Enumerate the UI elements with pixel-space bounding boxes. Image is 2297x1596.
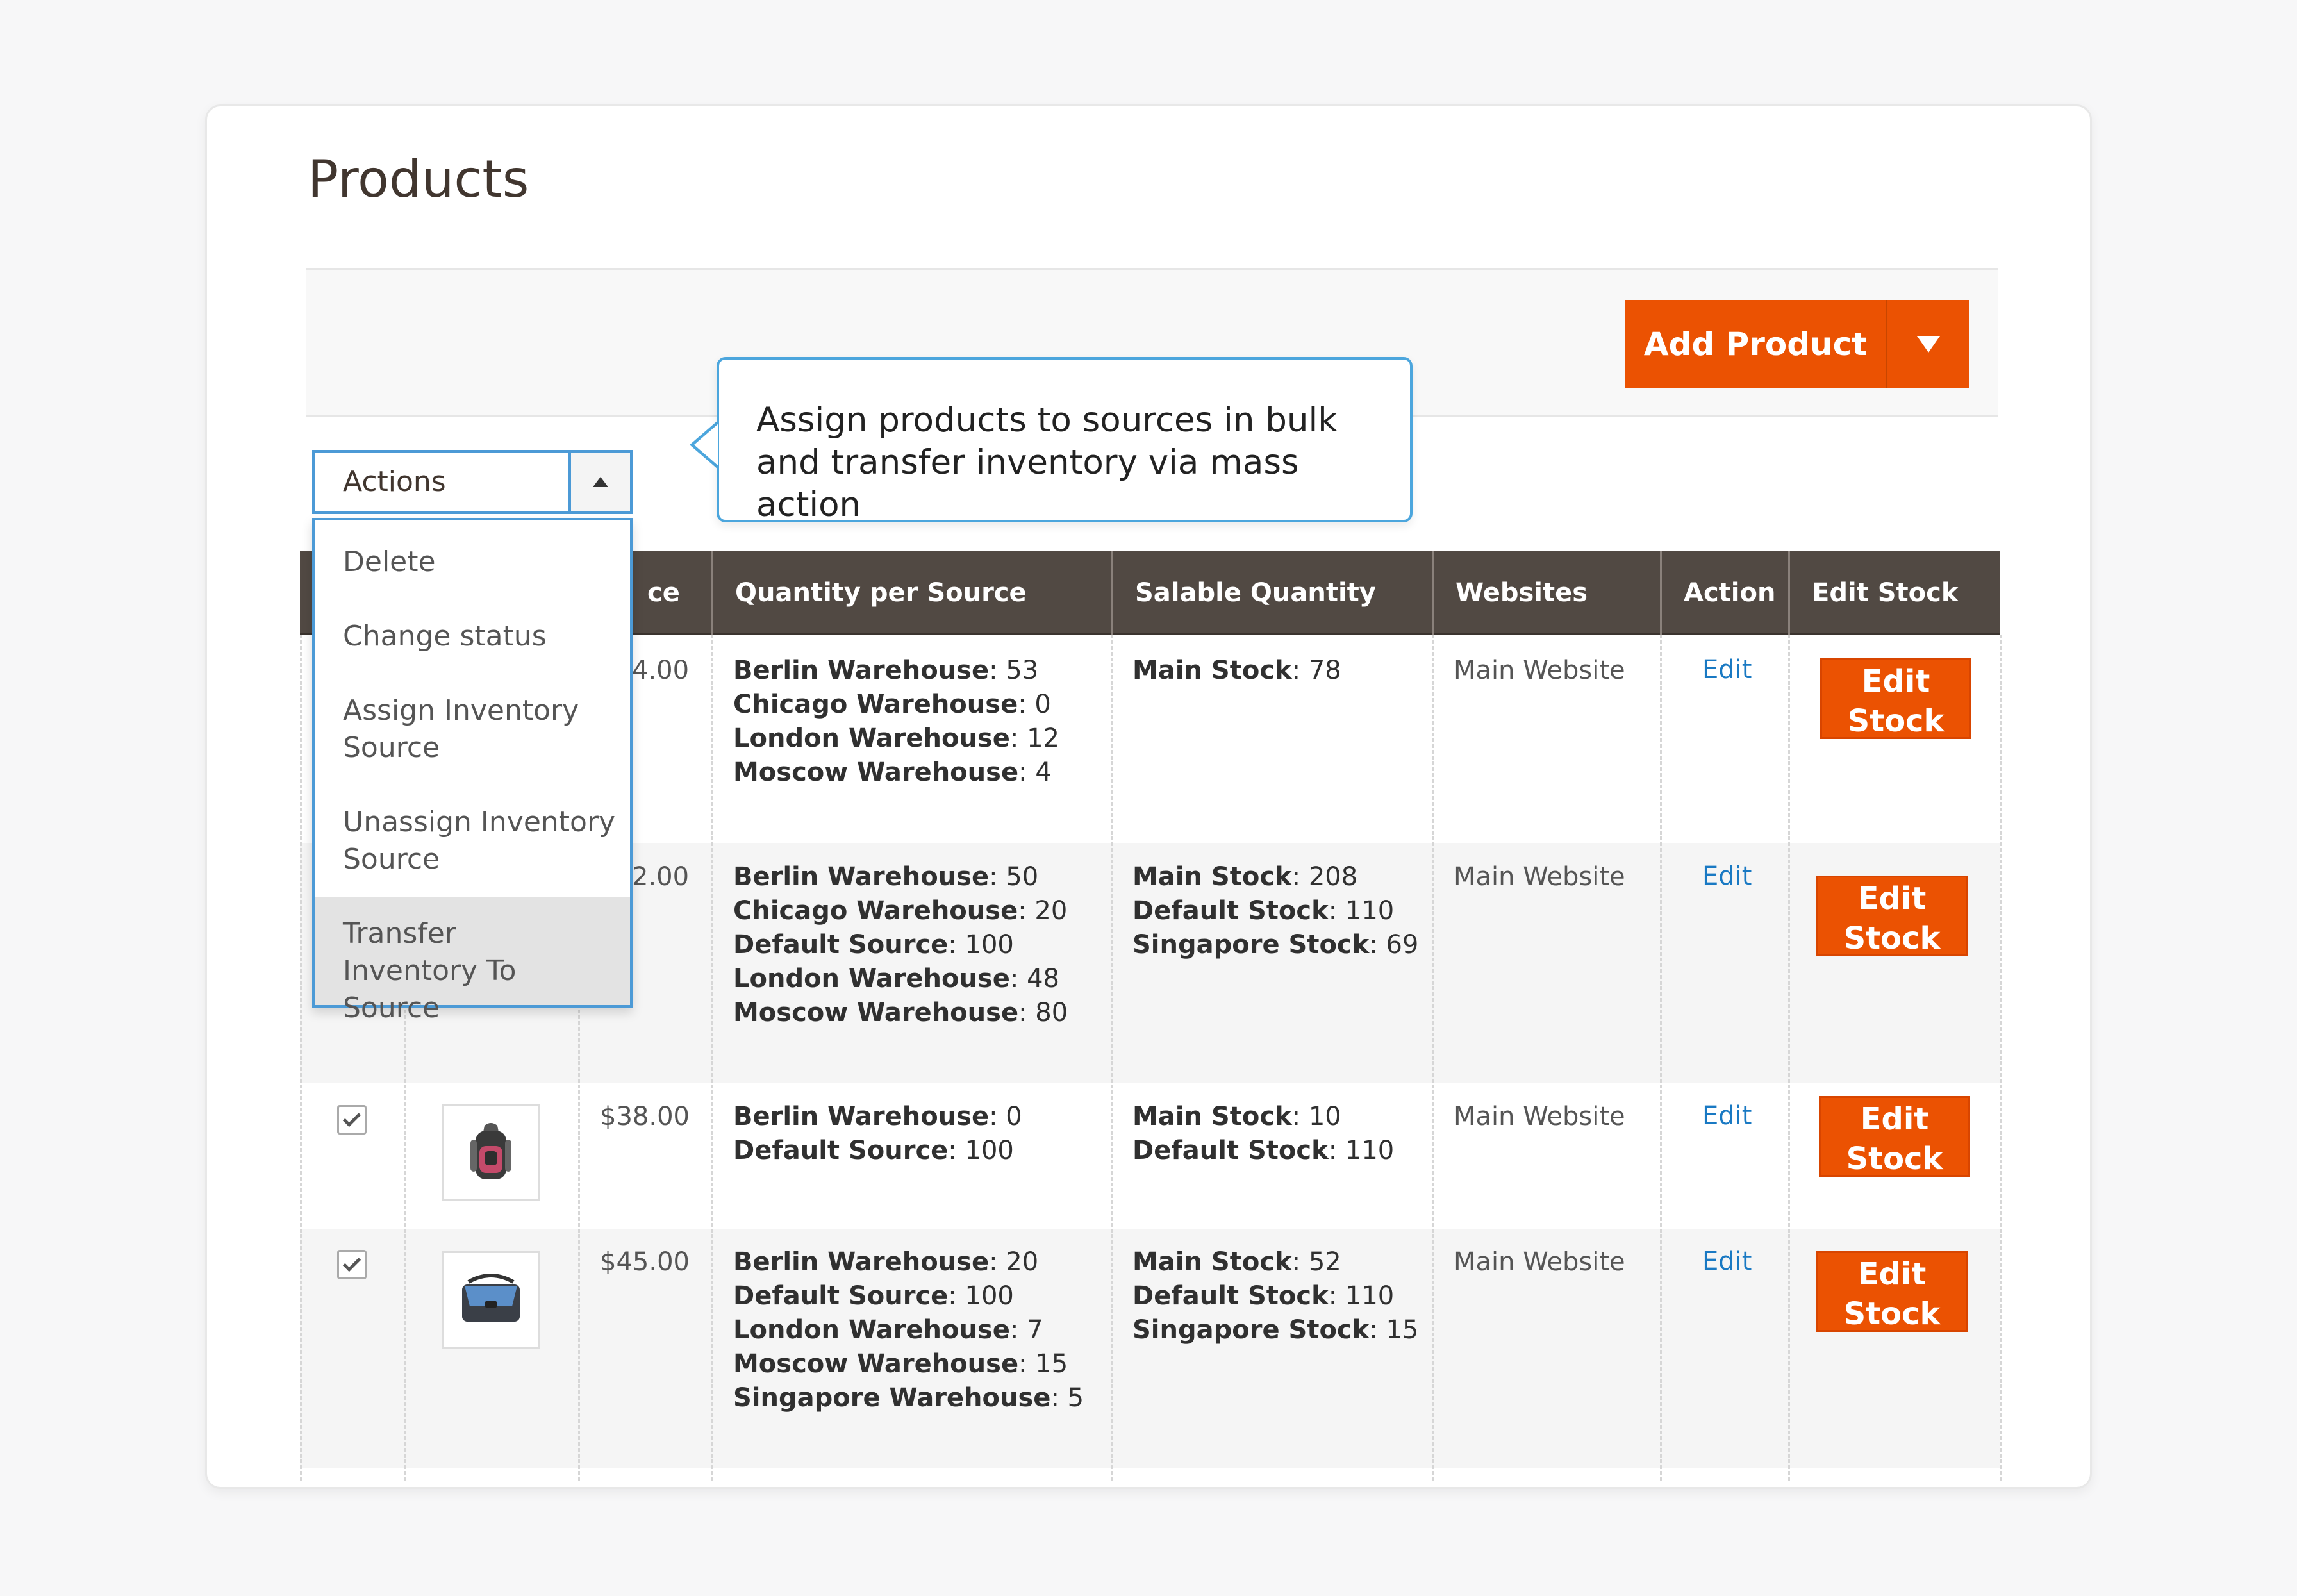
row-select-checkbox[interactable] bbox=[337, 1250, 367, 1279]
caret-down-icon bbox=[1916, 336, 1940, 353]
add-product-dropdown-toggle[interactable] bbox=[1887, 336, 1969, 353]
column-header-price[interactable]: ce bbox=[626, 551, 711, 635]
edit-stock-button[interactable]: Edit Stock bbox=[1816, 876, 1968, 956]
check-icon bbox=[342, 1108, 361, 1127]
column-divider bbox=[2000, 635, 2002, 1481]
qty-per-source-cell: Berlin Warehouse: 20 Default Source: 100… bbox=[733, 1247, 1084, 1413]
annotation-callout: Assign products to sources in bulk and t… bbox=[717, 357, 1413, 524]
website-cell: Main Website bbox=[1454, 862, 1625, 892]
website-cell: Main Website bbox=[1454, 1102, 1625, 1131]
page-title: Products bbox=[308, 149, 529, 209]
column-header-qty-per-source[interactable]: Quantity per Source bbox=[711, 551, 1111, 635]
menu-item-unassign-inventory-source[interactable]: Unassign Inventory Source bbox=[315, 804, 616, 878]
column-header-action: Action bbox=[1660, 551, 1788, 635]
column-divider bbox=[711, 635, 713, 1481]
backpack-icon bbox=[470, 1123, 511, 1179]
website-cell: Main Website bbox=[1454, 656, 1625, 685]
edit-link[interactable]: Edit bbox=[1702, 861, 1752, 891]
menu-item-transfer-inventory-to-source[interactable]: Transfer Inventory To Source bbox=[315, 897, 630, 1024]
column-divider bbox=[1788, 635, 1790, 1481]
salable-quantity-cell: Main Stock: 10 Default Stock: 110 bbox=[1132, 1102, 1395, 1165]
mass-actions-select[interactable]: Actions bbox=[312, 450, 633, 514]
edit-stock-button[interactable]: Edit Stock bbox=[1820, 658, 1971, 739]
salable-quantity-cell: Main Stock: 208 Default Stock: 110 Singa… bbox=[1132, 862, 1419, 960]
menu-item-delete[interactable]: Delete bbox=[315, 544, 630, 581]
product-thumbnail[interactable] bbox=[442, 1251, 540, 1349]
price-cell: 4.00 bbox=[632, 656, 690, 685]
column-divider bbox=[300, 635, 302, 1481]
column-divider bbox=[1111, 635, 1113, 1481]
website-cell: Main Website bbox=[1454, 1247, 1625, 1277]
column-header-websites[interactable]: Websites bbox=[1432, 551, 1660, 635]
mass-actions-value: Actions bbox=[343, 465, 446, 498]
qty-per-source-cell: Berlin Warehouse: 53 Chicago Warehouse: … bbox=[733, 656, 1059, 787]
price-cell: 2.00 bbox=[632, 862, 690, 892]
callout-pointer-fill bbox=[694, 424, 718, 466]
menu-item-assign-inventory-source[interactable]: Assign Inventory Source bbox=[315, 692, 590, 767]
menu-item-change-status[interactable]: Change status bbox=[315, 618, 630, 655]
edit-stock-button[interactable]: Edit Stock bbox=[1816, 1251, 1968, 1332]
edit-stock-button[interactable]: Edit Stock bbox=[1819, 1096, 1970, 1177]
qty-per-source-cell: Berlin Warehouse: 0 Default Source: 100 bbox=[733, 1102, 1022, 1165]
add-product-button[interactable]: Add Product bbox=[1625, 326, 1886, 363]
salable-quantity-cell: Main Stock: 52 Default Stock: 110 Singap… bbox=[1132, 1247, 1419, 1345]
add-product-split-button[interactable]: Add Product bbox=[1625, 300, 1969, 388]
mass-actions-toggle[interactable] bbox=[568, 453, 630, 511]
edit-link[interactable]: Edit bbox=[1702, 655, 1752, 685]
column-divider bbox=[1660, 635, 1662, 1481]
row-select-checkbox[interactable] bbox=[337, 1105, 367, 1135]
column-divider bbox=[1432, 635, 1434, 1481]
salable-quantity-cell: Main Stock: 78 bbox=[1132, 656, 1341, 685]
caret-up-icon bbox=[593, 477, 608, 487]
mass-actions-menu: Delete Change status Assign Inventory So… bbox=[312, 518, 633, 1024]
messenger-bag-icon bbox=[462, 1274, 520, 1322]
price-cell: $45.00 bbox=[600, 1247, 690, 1277]
product-thumbnail[interactable] bbox=[442, 1104, 540, 1201]
price-cell: $38.00 bbox=[600, 1102, 690, 1131]
edit-link[interactable]: Edit bbox=[1702, 1247, 1752, 1276]
column-header-edit-stock: Edit Stock bbox=[1788, 551, 2000, 635]
check-icon bbox=[342, 1253, 361, 1272]
edit-link[interactable]: Edit bbox=[1702, 1101, 1752, 1131]
qty-per-source-cell: Berlin Warehouse: 50 Chicago Warehouse: … bbox=[733, 862, 1068, 1027]
column-header-salable-quantity[interactable]: Salable Quantity bbox=[1111, 551, 1432, 635]
